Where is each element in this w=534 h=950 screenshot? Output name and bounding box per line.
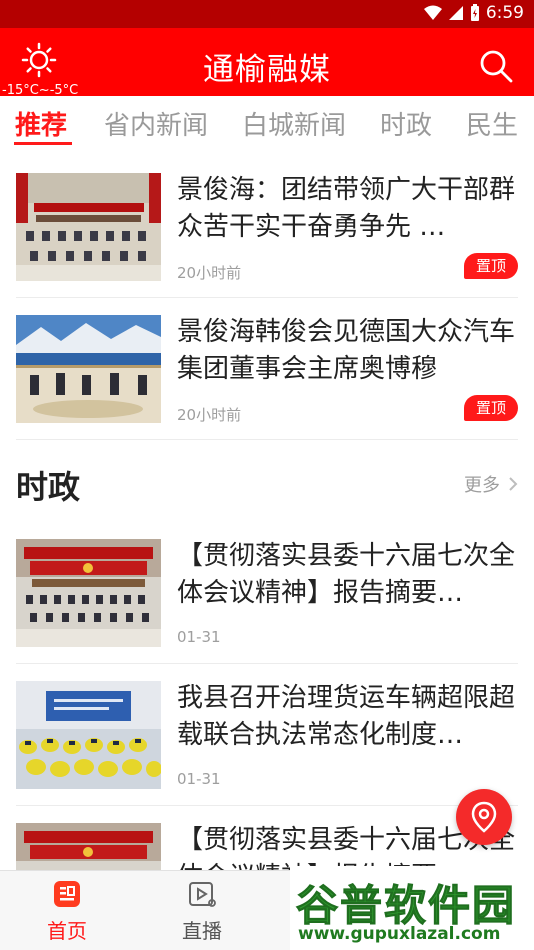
status-icons: 6:59 xyxy=(423,3,524,23)
news-item-politics-1[interactable]: 【贯彻落实县委十六届七次全体会议精神】报告摘要… 01-31 xyxy=(16,522,518,664)
more-label: 更多 xyxy=(464,475,500,496)
search-icon xyxy=(480,50,513,83)
news-thumbnail xyxy=(16,315,161,423)
pinned-badge: 置顶 xyxy=(464,395,518,421)
tab-politics[interactable]: 时政 xyxy=(380,105,432,142)
location-fab[interactable] xyxy=(456,789,512,845)
app-title: 通榆融媒 xyxy=(203,52,331,88)
nav-live-label: 直播 xyxy=(182,919,222,943)
status-bar: 6:59 xyxy=(0,0,534,28)
news-title: 我县召开治理货运车辆超限超载联合执法常态化制度… xyxy=(177,683,516,750)
news-time: 20小时前 xyxy=(177,406,242,424)
pinned-badge: 置顶 xyxy=(464,253,518,279)
signal-icon xyxy=(448,6,463,20)
nav-home[interactable]: 首页 xyxy=(22,879,112,944)
nav-live[interactable]: 直播 xyxy=(157,879,247,944)
status-time: 6:59 xyxy=(485,3,524,23)
tab-baicheng-news[interactable]: 白城新闻 xyxy=(242,105,346,142)
section-header-politics: 时政 更多 xyxy=(16,452,518,512)
watermark-url: www.gupuxlazal.com xyxy=(298,924,501,944)
tab-recommended[interactable]: 推荐 xyxy=(15,105,67,142)
site-watermark: 谷普软件园 www.gupuxlazal.com xyxy=(290,866,534,950)
app-header: -15°C~-5°C 通榆融媒 xyxy=(0,28,534,98)
battery-icon xyxy=(470,4,479,21)
nav-home-label: 首页 xyxy=(47,919,87,943)
news-title: 景俊海韩俊会见德国大众汽车集团董事会主席奥博穆 xyxy=(177,317,516,384)
news-item-featured-1[interactable]: 景俊海：团结带领广大干部群众苦干实干奋勇争先 … 20小时前 置顶 xyxy=(16,156,518,298)
news-title: 【贯彻落实县委十六届七次全体会议精神】报告摘要… xyxy=(177,541,516,608)
news-thumbnail xyxy=(16,173,161,281)
wifi-icon xyxy=(423,5,442,20)
tab-livelihood[interactable]: 民生 xyxy=(466,105,518,142)
active-tab-indicator xyxy=(14,142,72,145)
chevron-right-icon xyxy=(509,477,518,491)
news-time: 01-31 xyxy=(177,770,221,788)
more-link[interactable]: 更多 xyxy=(464,471,518,497)
news-title: 景俊海：团结带领广大干部群众苦干实干奋勇争先 … xyxy=(177,175,516,242)
live-play-icon xyxy=(189,882,216,907)
home-news-icon xyxy=(54,881,80,907)
news-item-featured-2[interactable]: 景俊海韩俊会见德国大众汽车集团董事会主席奥博穆 20小时前 置顶 xyxy=(16,298,518,440)
tab-province-news[interactable]: 省内新闻 xyxy=(104,105,208,142)
location-pin-icon xyxy=(471,801,497,833)
news-time: 20小时前 xyxy=(177,264,242,282)
news-thumbnail xyxy=(16,681,161,789)
category-tabs: 推荐 省内新闻 白城新闻 时政 民生 xyxy=(0,96,534,152)
section-title: 时政 xyxy=(16,468,81,506)
search-button[interactable] xyxy=(478,48,514,84)
news-thumbnail xyxy=(16,539,161,647)
news-time: 01-31 xyxy=(177,628,221,646)
news-item-politics-2[interactable]: 我县召开治理货运车辆超限超载联合执法常态化制度… 01-31 xyxy=(16,664,518,806)
